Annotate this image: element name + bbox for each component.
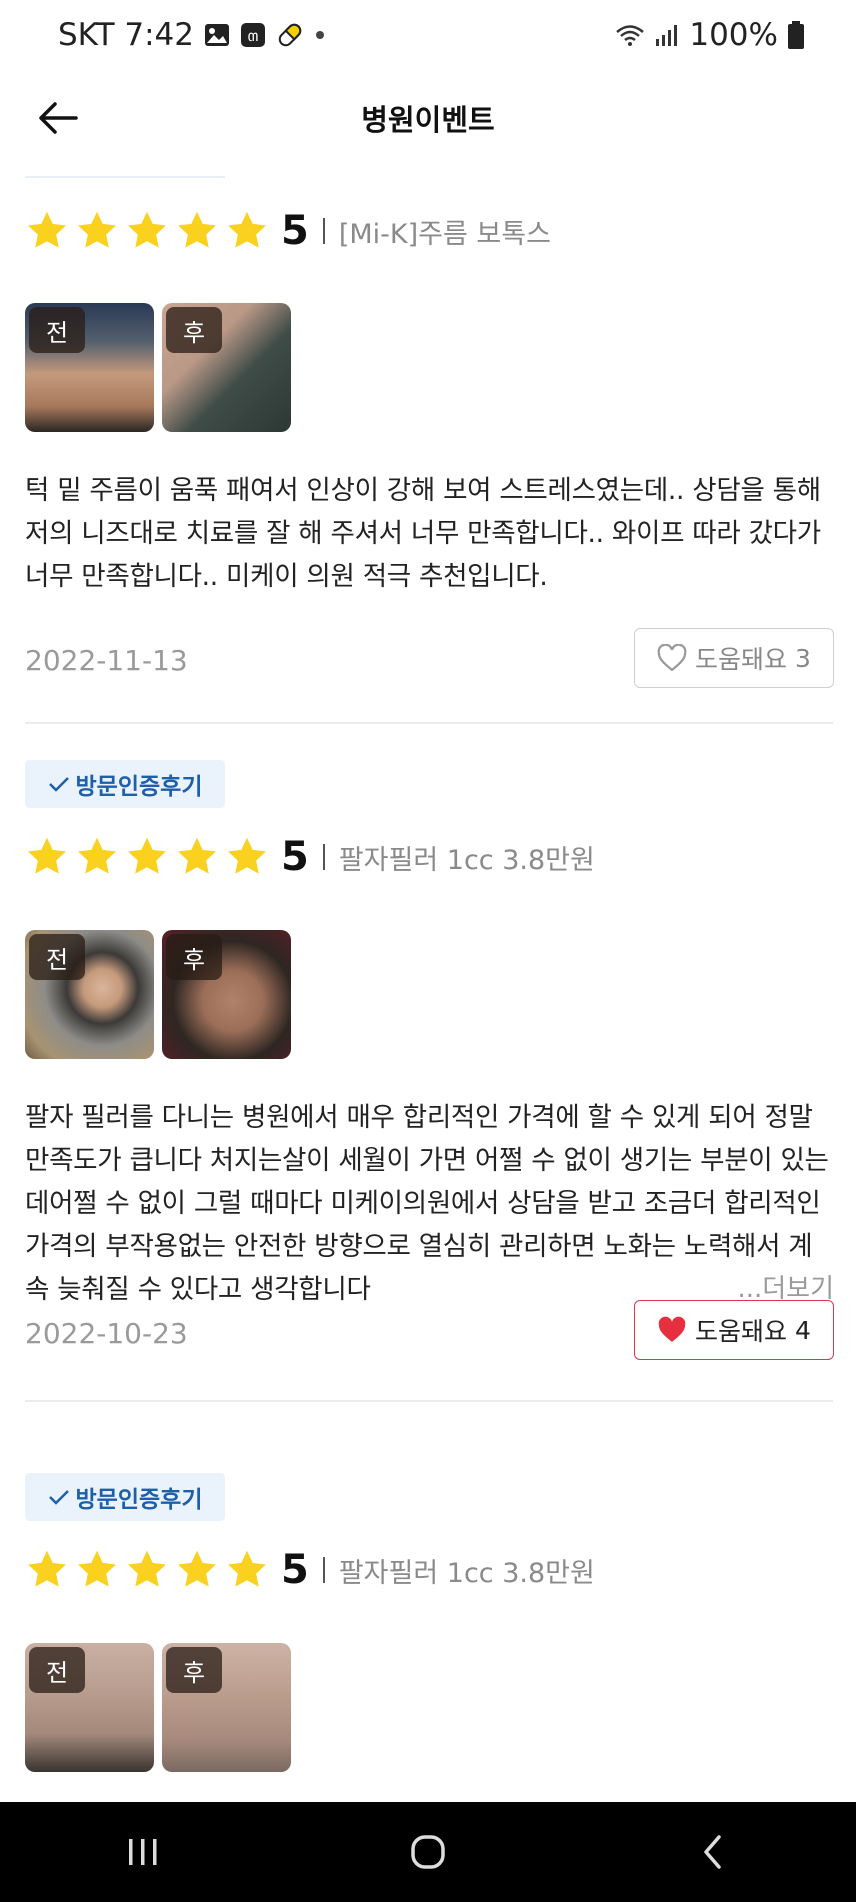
star-icon <box>178 837 216 874</box>
before-photo[interactable]: 전 <box>25 930 154 1059</box>
star-icon <box>228 1550 266 1587</box>
app-notification-icon: ຓ <box>240 22 266 48</box>
star-icon <box>28 211 66 248</box>
verified-visit-badge: 방문인증후기 <box>25 760 225 808</box>
star-icon <box>28 1550 66 1587</box>
app-header: 병원이벤트 <box>0 70 856 166</box>
heart-outline-icon <box>657 644 687 672</box>
photo-label: 후 <box>166 307 222 353</box>
recent-apps-button[interactable] <box>83 1812 203 1892</box>
rating-row: 5 [Mi-K]주름 보톡스 <box>25 208 551 254</box>
divider <box>25 722 833 724</box>
wifi-icon <box>615 23 645 47</box>
star-rating <box>25 835 269 879</box>
home-icon <box>411 1835 445 1869</box>
home-button[interactable] <box>368 1812 488 1892</box>
divider <box>25 1400 833 1402</box>
helpful-count: 3 <box>795 643 811 673</box>
photo-list: 전 후 <box>25 930 291 1059</box>
signal-icon <box>655 23 679 47</box>
divider <box>25 176 225 178</box>
star-rating <box>25 1548 269 1592</box>
star-icon <box>78 1550 116 1587</box>
rating-score: 5 <box>281 1547 309 1593</box>
system-nav-bar <box>0 1802 856 1902</box>
review-date: 2022-10-23 <box>25 1317 188 1350</box>
dot-icon <box>314 29 326 41</box>
system-back-button[interactable] <box>653 1812 773 1892</box>
helpful-button[interactable]: 도움돼요 3 <box>634 628 834 688</box>
star-icon <box>228 837 266 874</box>
star-icon <box>78 837 116 874</box>
star-rating <box>25 209 269 253</box>
photo-label: 전 <box>29 307 85 353</box>
rating-score: 5 <box>281 208 309 254</box>
star-icon <box>128 1550 166 1587</box>
badge-label: 방문인증후기 <box>75 1487 203 1513</box>
after-photo[interactable]: 후 <box>162 930 291 1059</box>
review-text: 턱 밑 주름이 움푹 패여서 인상이 강해 보여 스트레스였는데.. 상담을 통… <box>25 475 821 592</box>
helpful-label: 도움돼요 <box>695 645 788 674</box>
photo-list: 전 후 <box>25 1643 291 1772</box>
arrow-left-icon <box>39 102 78 134</box>
photo-label: 전 <box>29 1647 85 1693</box>
svg-text:ຓ: ຓ <box>247 27 258 45</box>
page-title: 병원이벤트 <box>361 103 495 137</box>
product-name: [Mi-K]주름 보톡스 <box>338 218 551 250</box>
photo-list: 전 후 <box>25 303 291 432</box>
check-icon <box>48 777 69 792</box>
star-icon <box>78 211 116 248</box>
status-bar: SKT 7:42 ຓ 100% <box>0 0 856 70</box>
divider <box>322 844 325 870</box>
carrier-time: SKT 7:42 <box>58 17 195 53</box>
review-list[interactable]: 5 [Mi-K]주름 보톡스 전 후 턱 밑 주름이 움푹 패여서 인상이 강해… <box>0 166 856 1802</box>
product-name: 팔자필러 1cc 3.8만원 <box>338 844 595 876</box>
product-name: 팔자필러 1cc 3.8만원 <box>338 1557 595 1589</box>
recent-apps-icon <box>128 1839 157 1865</box>
review-date: 2022-11-13 <box>25 644 188 677</box>
star-icon <box>28 837 66 874</box>
status-bar-left: SKT 7:42 ຓ <box>58 17 326 53</box>
verified-visit-badge: 방문인증후기 <box>25 1473 225 1521</box>
divider <box>322 1557 325 1583</box>
back-icon <box>704 1835 722 1869</box>
photo-label: 후 <box>166 934 222 980</box>
heart-filled-icon <box>658 1316 686 1342</box>
pill-icon <box>276 21 304 49</box>
helpful-button[interactable]: 도움돼요 4 <box>634 1300 834 1360</box>
star-icon <box>128 837 166 874</box>
helpful-count: 4 <box>795 1315 811 1345</box>
status-bar-right: 100% <box>615 17 804 53</box>
before-photo[interactable]: 전 <box>25 303 154 432</box>
star-icon <box>128 211 166 248</box>
badge-label: 방문인증후기 <box>75 774 203 800</box>
after-photo[interactable]: 후 <box>162 1643 291 1772</box>
helpful-label: 도움돼요 <box>695 1317 788 1346</box>
photo-label: 전 <box>29 934 85 980</box>
divider <box>322 218 325 244</box>
rating-row: 5 팔자필러 1cc 3.8만원 <box>25 1547 595 1593</box>
battery-percent: 100% <box>689 17 778 53</box>
check-icon <box>48 1490 69 1505</box>
rating-row: 5 팔자필러 1cc 3.8만원 <box>25 834 595 880</box>
photo-label: 후 <box>166 1647 222 1693</box>
before-photo[interactable]: 전 <box>25 1643 154 1772</box>
star-icon <box>228 211 266 248</box>
after-photo[interactable]: 후 <box>162 303 291 432</box>
star-icon <box>178 1550 216 1587</box>
battery-icon <box>788 21 804 49</box>
star-icon <box>178 211 216 248</box>
back-button[interactable] <box>30 90 86 146</box>
rating-score: 5 <box>281 834 309 880</box>
image-icon <box>204 23 230 47</box>
